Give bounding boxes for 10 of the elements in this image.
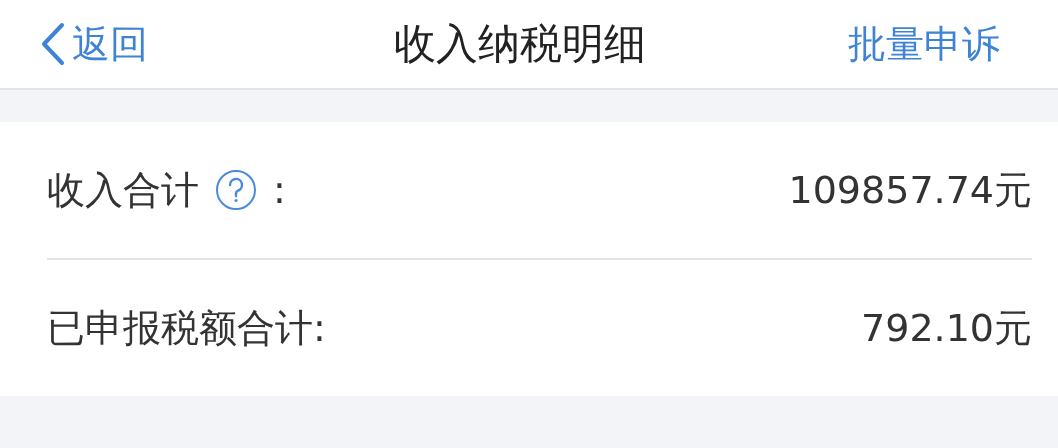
summary-value: 792.10元 [861,304,1032,352]
colon-text: : [273,168,286,212]
summary-value: 109857.74元 [788,166,1032,214]
summary-label: 收入合计 [47,166,199,214]
back-button[interactable]: 返回 [40,18,148,70]
summary-label: 已申报税额合计: [47,304,326,352]
help-icon[interactable] [215,169,257,211]
batch-appeal-link[interactable]: 批量申诉 [848,18,1000,70]
page-title: 收入纳税明细 [394,18,646,70]
chevron-left-icon [40,22,66,66]
